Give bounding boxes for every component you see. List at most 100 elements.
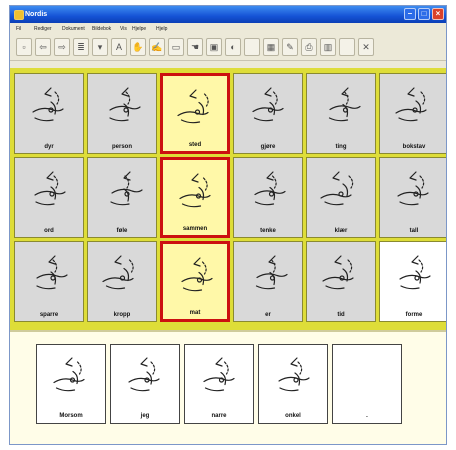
sign-label: klær: [334, 228, 348, 234]
sign-cell[interactable]: sparre: [14, 241, 84, 322]
sign-cell[interactable]: forme: [379, 241, 446, 322]
sign-label: sted: [188, 142, 202, 148]
sign-drawing-icon: [203, 357, 235, 392]
sign-drawing-icon: [179, 173, 211, 208]
sign-drawing-icon: [181, 257, 213, 292]
sign-cell[interactable]: tall: [379, 157, 446, 238]
app-window: Nordis – □ × Fil Rediger Dokument Bildeb…: [9, 5, 447, 445]
menu-tools[interactable]: Hjelpe: [132, 26, 146, 32]
sign-drawing-icon: [320, 171, 354, 206]
list-icon[interactable]: ≣: [73, 38, 89, 56]
print-icon[interactable]: ⎙: [301, 38, 317, 56]
blank-icon[interactable]: [244, 38, 260, 56]
sign-cell[interactable]: mat: [160, 241, 230, 322]
sign-drawing-icon: [328, 87, 361, 122]
toolbar: ▫ ⇦ ⇨ ≣ ▾ A ✋ ✍ ▭ ☚ ▣ ◐ ▦ ✎ ⎙ ▥ ✕: [10, 35, 446, 61]
sentence-label: narre: [211, 413, 227, 419]
sign-cell[interactable]: person: [87, 73, 157, 154]
sign-drawing-icon: [128, 357, 160, 392]
sentence-label: jeg: [140, 413, 150, 419]
sign-label: føle: [116, 228, 128, 234]
sign-cell[interactable]: gjøre: [233, 73, 303, 154]
sign-drawing-icon: [397, 171, 429, 206]
sign-cell[interactable]: er: [233, 241, 303, 322]
sign-cell[interactable]: tid: [306, 241, 376, 322]
sign-cell[interactable]: kropp: [87, 241, 157, 322]
sign-cell[interactable]: føle: [87, 157, 157, 238]
sentence-card[interactable]: .: [332, 344, 402, 424]
window-title: Nordis: [25, 11, 48, 18]
sentence-card[interactable]: onkel: [258, 344, 328, 424]
layout-icon[interactable]: ▥: [320, 38, 336, 56]
sign-drawing-icon: [102, 255, 134, 290]
sign-label: forme: [405, 312, 423, 318]
menu-edit[interactable]: Rediger: [34, 26, 52, 32]
sign-drawing-icon: [109, 87, 141, 122]
sign-drawing-icon: [53, 357, 85, 392]
sign-label: sparre: [39, 312, 59, 318]
sign-drawing-icon: [399, 255, 431, 290]
sign-drawing-icon: [34, 171, 66, 206]
text-icon[interactable]: A: [111, 38, 127, 56]
sign-cell[interactable]: bokstav: [379, 73, 446, 154]
menu-document[interactable]: Dokument: [62, 26, 85, 32]
sentence-label: .: [366, 413, 368, 419]
sign-label: ord: [44, 228, 54, 234]
title-bar: Nordis – □ ×: [10, 6, 446, 23]
sign-cell[interactable]: ting: [306, 73, 376, 154]
sign-drawing-icon: [278, 357, 310, 392]
new-page-icon[interactable]: ▫: [16, 38, 32, 56]
sign-label: bokstav: [402, 144, 426, 150]
sign-drawing-icon: [395, 87, 427, 122]
sentence-label: onkel: [285, 413, 301, 419]
sign-drawing-icon: [32, 87, 64, 122]
blank-icon[interactable]: [339, 38, 355, 56]
sign-drawing-icon: [110, 171, 143, 206]
sign-cell[interactable]: tenke: [233, 157, 303, 238]
sign-drawing-icon: [36, 255, 68, 290]
minimize-icon[interactable]: –: [404, 8, 416, 20]
forward-icon[interactable]: ⇨: [54, 38, 70, 56]
sentence-card[interactable]: narre: [184, 344, 254, 424]
insert-icon[interactable]: ▭: [168, 38, 184, 56]
sign-cell[interactable]: sted: [160, 73, 230, 154]
app-icon: [14, 10, 24, 20]
hand-icon[interactable]: ☚: [187, 38, 203, 56]
maximize-icon[interactable]: □: [418, 8, 430, 20]
speaker-icon[interactable]: ◐: [225, 38, 241, 56]
sign-cell[interactable]: klær: [306, 157, 376, 238]
filter-icon[interactable]: ▾: [92, 38, 108, 56]
sign-icon[interactable]: ✋: [130, 38, 146, 56]
menu-bar: Fil Rediger Dokument Bildebok Vis Hjelpe…: [10, 23, 446, 35]
sign-label: mat: [189, 310, 201, 316]
back-icon[interactable]: ⇦: [35, 38, 51, 56]
sign-edit-icon[interactable]: ✍: [149, 38, 165, 56]
menu-picturebook[interactable]: Bildebok: [92, 26, 111, 32]
sentence-card[interactable]: jeg: [110, 344, 180, 424]
sign-grid: dyr person sted gjøre ting bokstav ord f…: [10, 68, 446, 330]
sign-drawing-icon: [322, 255, 354, 290]
close-icon[interactable]: ✕: [358, 38, 374, 56]
sign-drawing-icon: [252, 87, 284, 122]
sign-label: gjøre: [260, 144, 276, 150]
picture-icon[interactable]: ▣: [206, 38, 222, 56]
menu-view[interactable]: Vis: [120, 26, 127, 32]
sign-label: tall: [409, 228, 419, 234]
sign-label: ting: [335, 144, 347, 150]
menu-file[interactable]: Fil: [16, 26, 21, 32]
pen-icon[interactable]: ✎: [282, 38, 298, 56]
sign-cell[interactable]: sammen: [160, 157, 230, 238]
sign-drawing-icon: [177, 89, 209, 124]
sentence-card[interactable]: Morsom: [36, 344, 106, 424]
sign-label: tid: [337, 312, 345, 318]
sign-cell[interactable]: ord: [14, 157, 84, 238]
close-icon[interactable]: ×: [432, 8, 444, 20]
sign-drawing-icon: [255, 255, 288, 290]
sentence-strip: Morsom jeg narre onkel.: [10, 330, 446, 444]
sign-label: dyr: [44, 144, 54, 150]
menu-help[interactable]: Hjelp: [156, 26, 167, 32]
sign-label: tenke: [260, 228, 276, 234]
sign-label: sammen: [182, 226, 208, 232]
sign-cell[interactable]: dyr: [14, 73, 84, 154]
grid-icon[interactable]: ▦: [263, 38, 279, 56]
